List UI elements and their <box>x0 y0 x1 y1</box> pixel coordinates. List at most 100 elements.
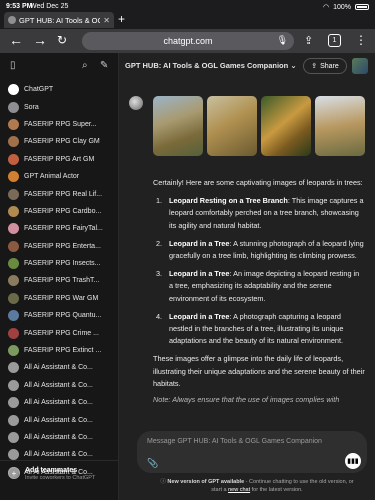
assistant-avatar <box>129 96 143 110</box>
leopard-image-3[interactable] <box>261 96 311 156</box>
new-tab-plus-icon[interactable]: + <box>118 12 125 26</box>
sidebar-item-label: FASERIP RPG Clay GM <box>24 138 100 146</box>
microphone-icon[interactable]: 🎙 <box>277 35 288 46</box>
gpt-avatar-icon <box>8 205 19 217</box>
sidebar-item-label: FASERIP RPG Extinct ... <box>24 347 102 355</box>
tab-favicon-icon <box>8 16 16 24</box>
list-item: 1. Leopard Resting on a Tree Branch: This… <box>153 195 365 232</box>
sidebar-item[interactable]: GPT Animal Actor <box>0 168 118 185</box>
add-teammates-title: Add teammates <box>25 467 78 474</box>
gpt-avatar-icon <box>8 414 19 426</box>
gpt-avatar-icon <box>8 379 19 391</box>
gpt-avatar-icon <box>8 432 19 443</box>
message-composer[interactable]: Message GPT HUB: AI Tools & OGL Games Co… <box>137 431 367 473</box>
leopard-image-4[interactable] <box>315 96 365 156</box>
back-arrow-icon[interactable]: ← <box>9 32 23 48</box>
sidebar-item[interactable]: Sora <box>0 98 118 115</box>
gpt-avatar-icon <box>8 449 19 461</box>
sidebar-item[interactable]: FASERIP RPG TrashT... <box>0 272 118 289</box>
status-right: ◠ 100% <box>323 3 369 11</box>
sidebar-toggle-icon[interactable]: ▯ <box>10 60 16 71</box>
tab-count-button[interactable]: 1 <box>328 34 341 47</box>
sidebar-item-label: All Ai Assistant & Co... <box>24 381 93 389</box>
share-button[interactable]: ⇪ Share <box>303 58 347 74</box>
status-date: Wed Dec 25 <box>30 3 69 10</box>
sidebar-item[interactable]: FASERIP RPG War GM <box>0 290 118 307</box>
gpt-avatar-icon <box>8 153 19 165</box>
sidebar-toolbar: ▯ ⌕ ✎ <box>0 53 118 81</box>
gpt-avatar-icon <box>8 310 19 322</box>
sidebar-item[interactable]: FASERIP RPG Real Lif... <box>0 185 118 202</box>
sidebar-item[interactable]: All Ai Assistant & Co... <box>0 411 118 428</box>
sidebar-item-label: FASERIP RPG Super... <box>24 120 97 128</box>
sidebar-item[interactable]: FASERIP RPG FairyTal... <box>0 220 118 237</box>
add-teammates-section[interactable]: + Add teammates Invite coworkers to Chat… <box>0 460 119 500</box>
sidebar-item[interactable]: FASERIP RPG Super... <box>0 116 118 133</box>
composer-placeholder[interactable]: Message GPT HUB: AI Tools & OGL Games Co… <box>147 438 322 445</box>
tab-close-icon[interactable]: ✕ <box>103 16 110 25</box>
sidebar-item[interactable]: FASERIP RPG Art GM <box>0 151 118 168</box>
url-bar[interactable]: chatgpt.com 🎙 <box>82 32 294 50</box>
list-item-number: 1. <box>156 196 163 206</box>
gpt-avatar-icon <box>8 362 19 374</box>
share-icon[interactable]: ⇪ <box>304 34 313 47</box>
tab-title: GPT HUB: AI Tools & OG <box>19 15 101 25</box>
sidebar-item[interactable]: All Ai Assistant & Co... <box>0 377 118 394</box>
add-teammates-subtitle: Invite coworkers to ChatGPT <box>25 475 96 481</box>
list-item: 4. Leopard in a Tree: A photograph captur… <box>153 311 365 348</box>
reload-icon[interactable]: ↻ <box>57 33 67 47</box>
assistant-message: Certainly! Here are some captivating ima… <box>153 177 365 406</box>
gpt-avatar-icon <box>8 292 19 304</box>
gpt-avatar-icon <box>8 171 19 183</box>
attach-paperclip-icon[interactable]: 📎 <box>147 458 158 469</box>
sidebar-item-label: FASERIP RPG Enterta... <box>24 242 101 250</box>
sidebar-item-label: FASERIP RPG FairyTal... <box>24 225 103 233</box>
sidebar-item-label: All Ai Assistant & Co... <box>24 399 93 407</box>
sidebar-item[interactable]: FASERIP RPG Clay GM <box>0 133 118 150</box>
sidebar-item-label: FASERIP RPG Insects... <box>24 260 101 268</box>
list-item-title: Leopard in a Tree <box>169 238 230 248</box>
gpt-avatar-icon <box>8 101 19 113</box>
sidebar-item[interactable]: All Ai Assistant & Co... <box>0 429 118 446</box>
new-chat-link[interactable]: new chat <box>228 487 250 493</box>
share-upload-icon: ⇪ <box>311 63 318 70</box>
gpt-avatar-icon <box>8 188 19 200</box>
sidebar-item[interactable]: All Ai Assistant & Co... <box>0 359 118 376</box>
sidebar-item[interactable]: FASERIP RPG Crime ... <box>0 324 118 341</box>
gpt-avatar-icon <box>8 345 19 357</box>
gpt-avatar-icon <box>8 275 19 287</box>
sidebar-item[interactable]: FASERIP RPG Cardbo... <box>0 203 118 220</box>
sidebar-item-label: ChatGPT <box>24 86 54 94</box>
sidebar: ▯ ⌕ ✎ ChatGPT Sora FASERIP RPG Super... FAS… <box>0 53 119 500</box>
sidebar-item-label: FASERIP RPG TrashT... <box>24 277 100 285</box>
sidebar-item[interactable]: FASERIP RPG Insects... <box>0 255 118 272</box>
voice-mode-icon[interactable]: ▮▮▮ <box>345 453 361 469</box>
notice-bold: New version of GPT available <box>167 479 245 485</box>
version-notice: ⓘ New version of GPT available - Continu… <box>157 478 357 494</box>
gpt-avatar-icon <box>8 136 19 148</box>
sidebar-item-label: FASERIP RPG War GM <box>24 294 99 302</box>
browser-tab-bar: GPT HUB: AI Tools & OG ✕ + <box>0 11 375 29</box>
sidebar-item-label: FASERIP RPG Real Lif... <box>24 190 103 198</box>
chat-main: GPT HUB: AI Tools & OGL Games Companion … <box>119 53 375 500</box>
gpt-avatar-icon <box>8 397 19 409</box>
sidebar-item[interactable]: ChatGPT <box>0 81 118 98</box>
leopard-image-2[interactable] <box>207 96 257 156</box>
list-item-number: 4. <box>156 311 163 321</box>
sidebar-item[interactable]: FASERIP RPG Quantu... <box>0 307 118 324</box>
add-user-icon: + <box>8 467 20 479</box>
forward-arrow-icon[interactable]: → <box>33 32 47 48</box>
more-menu-icon[interactable]: ⋮ <box>355 33 367 47</box>
sidebar-item[interactable]: FASERIP RPG Extinct ... <box>0 342 118 359</box>
new-chat-icon[interactable]: ✎ <box>100 60 108 71</box>
search-icon[interactable]: ⌕ <box>82 60 88 71</box>
battery-percent: 100% <box>333 3 351 11</box>
sidebar-item[interactable]: All Ai Assistant & Co... <box>0 394 118 411</box>
gpt-avatar-icon <box>8 118 19 130</box>
chat-title[interactable]: GPT HUB: AI Tools & OGL Games Companion … <box>125 61 297 70</box>
user-avatar[interactable] <box>352 58 368 74</box>
browser-toolbar: ← → ↻ chatgpt.com 🎙 ⇪ 1 ⋮ <box>0 29 375 53</box>
leopard-image-1[interactable] <box>153 96 203 156</box>
browser-tab[interactable]: GPT HUB: AI Tools & OG ✕ <box>4 12 114 28</box>
sidebar-item[interactable]: FASERIP RPG Enterta... <box>0 238 118 255</box>
